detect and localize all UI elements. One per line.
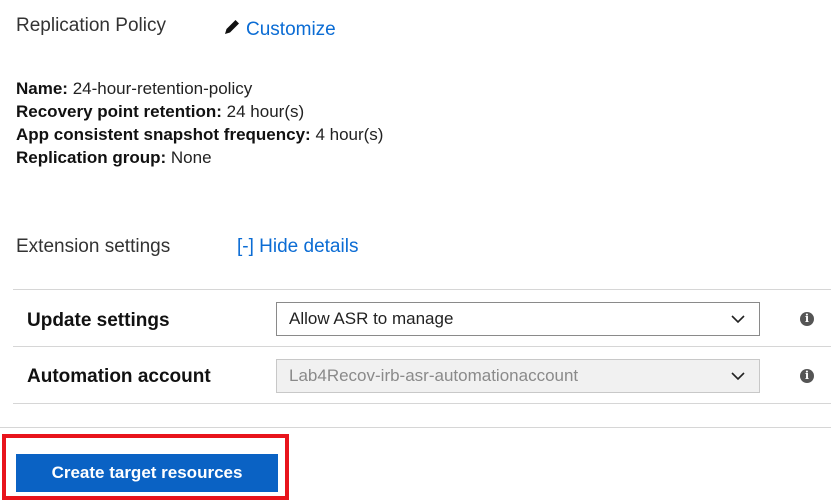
policy-name-value: 24-hour-retention-policy [72,79,253,98]
snapshot-frequency-value: 4 hour(s) [315,125,384,144]
automation-account-value: Lab4Recov-irb-asr-automationaccount [289,366,579,385]
snapshot-frequency-line: App consistent snapshot frequency: 4 hou… [16,123,383,146]
recovery-retention-value: 24 hour(s) [226,102,305,121]
pencil-icon [225,20,239,34]
replication-group-value: None [170,148,212,167]
snapshot-frequency-label: App consistent snapshot frequency: [16,125,311,144]
chevron-down-icon [731,315,745,324]
update-settings-value: Allow ASR to manage [289,309,454,328]
update-settings-label: Update settings [27,310,170,331]
create-target-resources-button[interactable]: Create target resources [16,454,278,492]
hide-details-link[interactable]: [-] Hide details [237,236,358,258]
replication-policy-title: Replication Policy [16,15,166,36]
update-settings-dropdown[interactable]: Allow ASR to manage [276,302,760,336]
footer-divider [0,427,831,428]
chevron-down-icon [731,372,745,381]
divider [13,289,831,290]
customize-link[interactable]: Customize [222,17,336,41]
info-icon[interactable]: i [800,312,814,326]
divider [13,403,831,404]
info-icon[interactable]: i [800,369,814,383]
automation-account-dropdown[interactable]: Lab4Recov-irb-asr-automationaccount [276,359,760,393]
policy-name-line: Name: 24-hour-retention-policy [16,77,383,100]
replication-group-label: Replication group: [16,148,167,167]
recovery-retention-line: Recovery point retention: 24 hour(s) [16,100,383,123]
replication-group-line: Replication group: None [16,146,383,169]
customize-label: Customize [246,19,336,40]
policy-name-label: Name: [16,79,68,98]
extension-settings-title: Extension settings [16,236,171,257]
policy-details: Name: 24-hour-retention-policy Recovery … [16,77,383,169]
automation-account-label: Automation account [27,366,211,387]
recovery-retention-label: Recovery point retention: [16,102,222,121]
divider [13,346,831,347]
